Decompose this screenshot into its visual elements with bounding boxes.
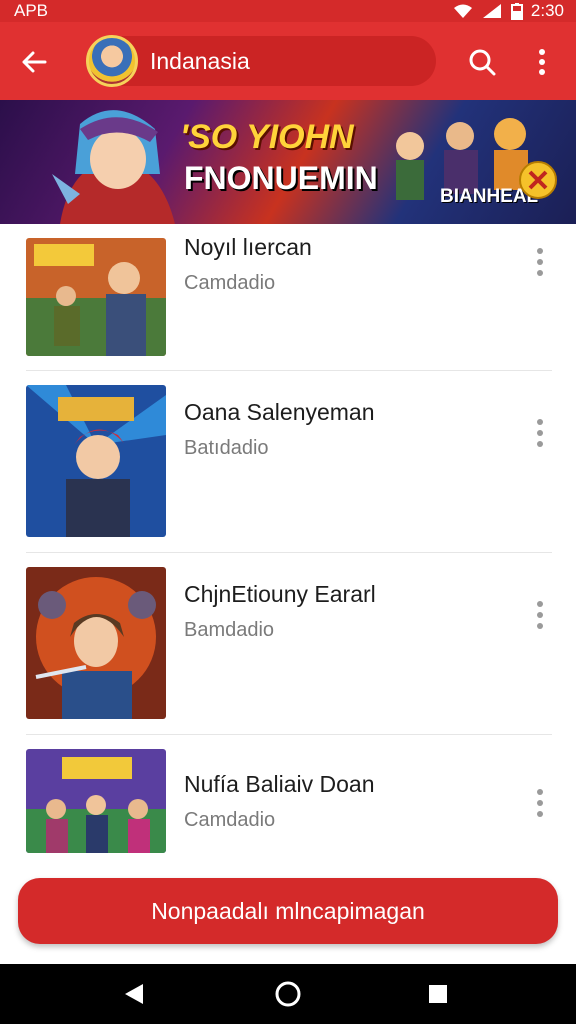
item-subtitle: Bamdadio — [184, 619, 275, 641]
more-vertical-icon — [537, 601, 543, 629]
banner-title: 'SO YIOHN — [180, 118, 354, 156]
item-title: Nufía Baliaiv Doan — [184, 771, 375, 797]
nav-recents-button[interactable] — [418, 976, 458, 1012]
status-time: 2:30 — [530, 1, 564, 20]
status-carrier-text: APB — [14, 1, 49, 20]
arrow-left-icon — [22, 51, 47, 73]
wifi-icon — [453, 4, 472, 18]
item-more-button[interactable] — [524, 413, 556, 453]
triangle-back-icon — [125, 984, 143, 1004]
item-more-button[interactable] — [524, 783, 556, 823]
video-thumbnail — [26, 749, 166, 853]
signal-icon — [482, 4, 501, 18]
system-nav-bar — [0, 964, 576, 1024]
more-vertical-icon — [537, 248, 543, 276]
status-bar: APB 2:30 — [0, 0, 576, 22]
item-subtitle: Camdadio — [184, 809, 276, 831]
video-thumbnail — [26, 385, 166, 537]
nav-back-button[interactable] — [114, 976, 154, 1012]
search-icon — [469, 49, 496, 76]
square-recents-icon — [429, 985, 447, 1003]
status-icons: 2:30 — [453, 1, 564, 21]
more-vertical-icon — [537, 789, 543, 817]
item-more-button[interactable] — [524, 595, 556, 635]
banner-subtitle: FNONUEMIN — [184, 160, 378, 196]
search-button[interactable] — [462, 42, 502, 82]
item-title: Oana Salenyeman — [184, 399, 375, 425]
circle-home-icon — [275, 981, 301, 1007]
promo-banner[interactable]: 'SO YIOHN FNONUEMIN BIANHEAL — [0, 100, 576, 224]
channel-title-pill[interactable]: Indanasia — [86, 35, 436, 87]
list-item[interactable]: Noyıl lıercan Camdadio — [0, 224, 576, 370]
item-title: Noyıl lıercan — [184, 234, 312, 260]
page-title: Indanasia — [150, 48, 250, 74]
app-bar: Indanasia — [0, 22, 576, 100]
list-item[interactable]: Nufía Baliaiv Doan Camdadio — [0, 735, 576, 855]
item-title: ChjnEtiouny Eararl — [184, 581, 376, 607]
coin-icon — [519, 161, 557, 199]
list-item[interactable]: ChjnEtiouny Eararl Bamdadio — [0, 553, 576, 733]
banner-hero-illustration — [52, 110, 175, 224]
item-subtitle: Camdadio — [184, 272, 276, 294]
more-options-button[interactable] — [522, 42, 562, 82]
primary-action-button[interactable]: Nonpaadalı mlncapimagan — [18, 878, 558, 944]
battery-icon — [510, 2, 523, 20]
list-item[interactable]: Oana Salenyeman Batıdadio — [0, 371, 576, 551]
avatar — [86, 35, 138, 87]
item-subtitle: Batıdadio — [184, 437, 269, 459]
item-more-button[interactable] — [524, 242, 556, 282]
back-button[interactable] — [14, 42, 54, 82]
nav-home-button[interactable] — [268, 976, 308, 1012]
more-vertical-icon — [539, 49, 545, 75]
more-vertical-icon — [537, 419, 543, 447]
video-thumbnail — [26, 567, 166, 719]
video-thumbnail — [26, 238, 166, 356]
